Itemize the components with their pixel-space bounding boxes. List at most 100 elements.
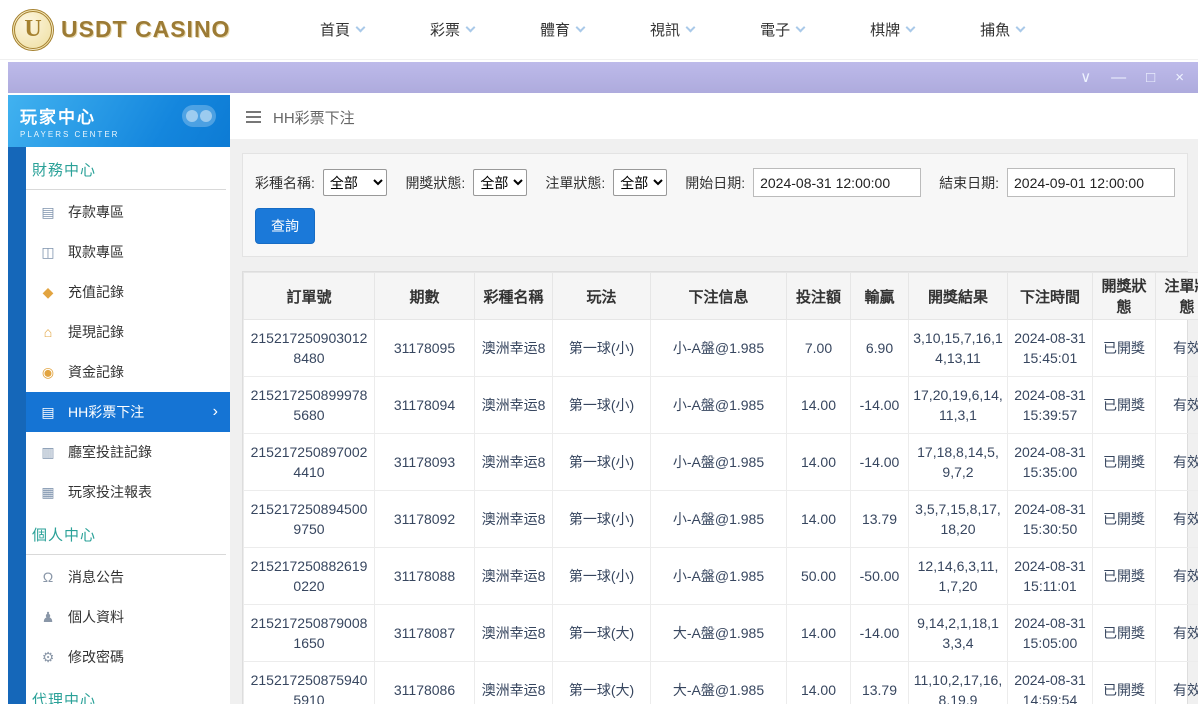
hh-lottery-bet-icon: ▤ — [41, 403, 55, 420]
withdrawal-record-icon: ⌂ — [43, 324, 53, 340]
table-cell: 澳洲幸运8 — [474, 319, 553, 377]
table-cell: 第一球(小) — [552, 547, 651, 605]
sidebar-item-hh-lottery-bet[interactable]: ▤ HH彩票下注 › — [26, 392, 230, 432]
window-close-icon[interactable]: × — [1175, 70, 1184, 85]
table-row: 2152172508945009750 31178092 澳洲幸运8 第一球(小) 小-… — [243, 490, 1198, 548]
table-row: 2152172508999785680 31178094 澳洲幸运8 第一球(小) 小-… — [243, 376, 1198, 434]
table-cell: -50.00 — [850, 547, 909, 605]
sidebar-item-profile[interactable]: ♟ 個人資料 — [26, 597, 230, 637]
search-button[interactable]: 查詢 — [255, 208, 315, 244]
order-status-label: 注單狀態: — [545, 174, 606, 191]
sidebar-item-withdraw[interactable]: ◫ 取款專區 — [26, 232, 230, 272]
window-maximize-icon[interactable]: □ — [1146, 70, 1155, 85]
table-cell: 3,5,7,15,8,17,18,20 — [908, 490, 1008, 548]
table-cell: 第一球(大) — [552, 604, 651, 662]
sidebar-item-player-bet-report[interactable]: ▦ 玩家投注報表 — [26, 472, 230, 512]
table-cell: 澳洲幸运8 — [474, 661, 553, 704]
table-cell: 2024-08-31 15:11:01 — [1007, 547, 1093, 605]
table-cell: 澳洲幸运8 — [474, 604, 553, 662]
column-header: 投注額 — [786, 272, 851, 320]
sidebar-menu: 財務中心 ▤ 存款專區 ◫ 取款專區 ◆ 充值記錄 ⌂ 提現記錄 ◉ 資金記錄 ▤ HH彩票下注 › ▥ 廳室… — [26, 147, 230, 704]
nav-item-6[interactable]: 捕魚 — [947, 0, 1057, 60]
table-cell: 14.00 — [786, 433, 851, 491]
sidebar-item-label: 取款專區 — [68, 244, 124, 260]
draw-status-select[interactable]: 全部 — [473, 169, 528, 196]
logo-icon: U — [12, 8, 54, 51]
table-cell: 12,14,6,3,11,1,7,20 — [908, 547, 1008, 605]
window-collapse-icon[interactable]: ∨ — [1080, 70, 1091, 85]
column-header: 期數 — [374, 272, 475, 320]
table-row: 2152172508759405910 31178086 澳洲幸运8 第一球(大) 大-… — [243, 661, 1198, 704]
start-date-input[interactable] — [753, 168, 922, 197]
sidebar-item-label: 玩家投注報表 — [68, 484, 152, 500]
sidebar-item-deposit[interactable]: ▤ 存款專區 — [26, 192, 230, 232]
room-bet-record-icon: ▥ — [41, 443, 55, 460]
table-cell: 2152172508759405910 — [243, 661, 375, 704]
table-cell: 31178095 — [374, 319, 475, 377]
funds-record-icon: ◉ — [41, 363, 55, 380]
sidebar-item-funds-record[interactable]: ◉ 資金記錄 — [26, 352, 230, 392]
sidebar-item-announcement[interactable]: Ω 消息公告 — [26, 557, 230, 597]
chevron-down-icon — [905, 22, 916, 33]
order-status-select[interactable]: 全部 — [613, 169, 668, 196]
nav-item-label: 電子 — [760, 22, 791, 39]
bet-table-card: 訂單號期數彩種名稱玩法下注信息投注額輸贏開獎結果下注時間開獎狀態注單狀態 215… — [242, 271, 1198, 704]
chevron-down-icon — [795, 22, 806, 33]
table-cell: 已開獎 — [1092, 547, 1156, 605]
site-logo[interactable]: U USDT CASINO — [12, 8, 237, 51]
sidebar-item-recharge-record[interactable]: ◆ 充值記錄 — [26, 272, 230, 312]
table-cell: 31178088 — [374, 547, 475, 605]
nav-item-3[interactable]: 視訊 — [617, 0, 727, 60]
table-body: 2152172509030128480 31178095 澳洲幸运8 第一球(小) 小-… — [243, 319, 1198, 704]
table-cell: 2024-08-31 15:30:50 — [1007, 490, 1093, 548]
table-cell: 大-A盤@1.985 — [650, 604, 787, 662]
sidebar-item-label: 提現記錄 — [68, 324, 124, 340]
table-cell: 2152172508790081650 — [243, 604, 375, 662]
nav-item-2[interactable]: 體育 — [507, 0, 617, 60]
player-bet-report-icon: ▦ — [41, 483, 55, 500]
nav-item-label: 首頁 — [320, 22, 351, 39]
table-cell: 已開獎 — [1092, 433, 1156, 491]
breadcrumb: HH彩票下注 — [230, 95, 1198, 139]
main-nav: 首頁 彩票 體育 視訊 電子 棋牌 捕魚 — [287, 0, 1057, 60]
sidebar-section-label-2: 代理中心 — [26, 677, 226, 704]
sidebar-item-room-bet-record[interactable]: ▥ 廳室投註記錄 — [26, 432, 230, 472]
sidebar-item-label: 消息公告 — [68, 569, 124, 585]
table-cell: 2152172508970024410 — [243, 433, 375, 491]
chevron-down-icon — [1015, 22, 1026, 33]
table-row: 2152172508970024410 31178093 澳洲幸运8 第一球(小) 小-… — [243, 433, 1198, 491]
nav-item-0[interactable]: 首頁 — [287, 0, 397, 60]
lottery-name-select[interactable]: 全部 — [322, 169, 388, 196]
sidebar-section-label-0: 財務中心 — [26, 147, 226, 190]
table-cell: 2152172508945009750 — [243, 490, 375, 548]
table-cell: 31178086 — [374, 661, 475, 704]
column-header: 玩法 — [552, 272, 651, 320]
nav-item-1[interactable]: 彩票 — [397, 0, 507, 60]
table-cell: 小-A盤@1.985 — [650, 433, 787, 491]
table-cell: 已開獎 — [1092, 604, 1156, 662]
table-cell: 50.00 — [786, 547, 851, 605]
table-cell: 9,14,2,1,18,13,3,4 — [908, 604, 1008, 662]
nav-item-label: 棋牌 — [870, 22, 901, 39]
sidebar: 玩家中心 PLAYERS CENTER 財務中心 ▤ 存款專區 ◫ 取款專區 ◆ 充值記錄 ⌂… — [8, 95, 230, 704]
table-cell: 14.00 — [786, 376, 851, 434]
column-header: 注單狀態 — [1155, 272, 1198, 320]
table-cell: 有效 — [1155, 604, 1198, 662]
sidebar-section-label-1: 個人中心 — [26, 512, 226, 555]
table-row: 2152172508790081650 31178087 澳洲幸运8 第一球(大) 大-… — [243, 604, 1198, 662]
table-cell: 大-A盤@1.985 — [650, 661, 787, 704]
nav-item-label: 視訊 — [650, 22, 681, 39]
nav-item-5[interactable]: 棋牌 — [837, 0, 947, 60]
nav-item-4[interactable]: 電子 — [727, 0, 837, 60]
sidebar-item-withdrawal-record[interactable]: ⌂ 提現記錄 — [26, 312, 230, 352]
menu-toggle-icon[interactable] — [246, 111, 261, 113]
table-cell: 有效 — [1155, 433, 1198, 491]
window-minimize-icon[interactable]: — — [1111, 70, 1126, 85]
sidebar-item-password[interactable]: ⚙ 修改密碼 — [26, 637, 230, 677]
sidebar-item-label: 個人資料 — [68, 609, 124, 625]
column-header: 訂單號 — [243, 272, 375, 320]
table-cell: 澳洲幸运8 — [474, 490, 553, 548]
end-date-input[interactable] — [1007, 168, 1175, 197]
chevron-right-icon: › — [212, 403, 218, 420]
table-cell: 有效 — [1155, 376, 1198, 434]
